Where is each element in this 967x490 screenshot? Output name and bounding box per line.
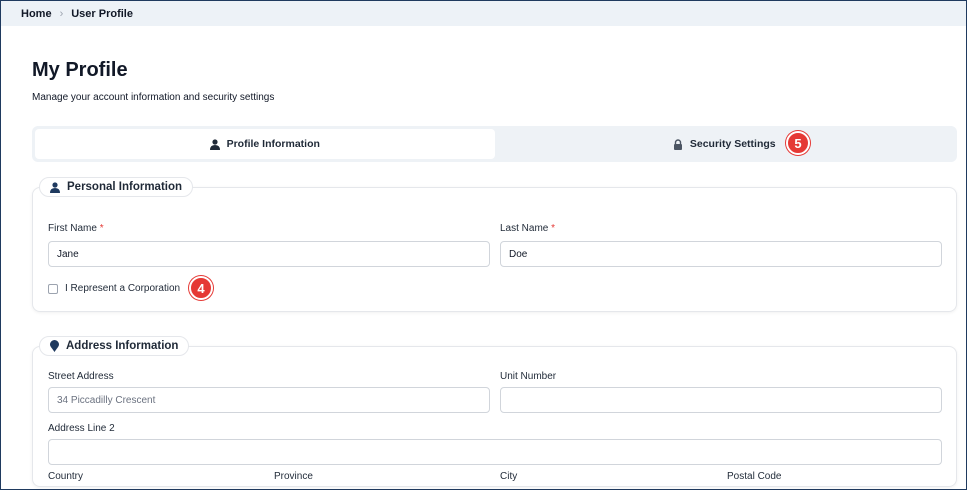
breadcrumb: Home › User Profile: [1, 1, 966, 26]
required-mark: *: [99, 223, 104, 234]
personal-information-section: Personal Information First Name * Jane L…: [32, 177, 957, 312]
last-name-input[interactable]: Doe: [500, 241, 942, 267]
address-line-2-input[interactable]: [48, 439, 942, 465]
user-icon: [50, 181, 60, 193]
page-subtitle: Manage your account information and secu…: [32, 92, 275, 103]
map-pin-icon: [50, 340, 59, 352]
corporation-checkbox[interactable]: [48, 284, 58, 294]
tab-profile-information[interactable]: Profile Information: [35, 129, 495, 159]
first-name-input[interactable]: Jane: [48, 241, 490, 267]
tab-label: Security Settings: [689, 138, 776, 150]
step-badge-4: 4: [189, 276, 213, 300]
address-information-section: Address Information Street Address 34 Pi…: [32, 336, 957, 487]
last-name-label: Last Name *: [500, 223, 555, 235]
step-badge-5: 5: [786, 131, 810, 155]
tab-label: Profile Information: [226, 138, 320, 150]
breadcrumb-home[interactable]: Home: [21, 8, 52, 20]
user-icon: [209, 138, 220, 150]
province-label: Province: [274, 471, 313, 482]
country-label: Country: [48, 471, 84, 482]
tab-security-settings[interactable]: Security Settings: [495, 129, 955, 159]
corporation-label[interactable]: I Represent a Corporation: [65, 283, 180, 295]
first-name-label: First Name *: [48, 223, 104, 235]
city-label: City: [500, 471, 518, 482]
section-legend: Address Information: [39, 336, 190, 356]
profile-tabs: Profile Information Security Settings: [32, 126, 957, 162]
breadcrumb-current: User Profile: [71, 7, 133, 20]
address-line-2-label: Address Line 2: [48, 423, 115, 434]
lock-icon: [673, 138, 682, 150]
app-frame: Home › User Profile My Profile Manage yo…: [0, 0, 967, 490]
street-address-input[interactable]: 34 Piccadilly Crescent: [48, 387, 490, 413]
section-title: Address Information: [66, 340, 179, 352]
page-title: My Profile: [32, 59, 128, 81]
label-text: Last Name: [500, 223, 549, 234]
chevron-right-icon: ›: [59, 7, 64, 20]
postal-code-label: Postal Code: [727, 471, 782, 482]
required-mark: *: [551, 223, 556, 234]
unit-number-label: Unit Number: [500, 371, 557, 382]
label-text: First Name: [48, 223, 97, 234]
section-title: Personal Information: [67, 181, 183, 193]
section-legend: Personal Information: [39, 177, 194, 197]
unit-number-input[interactable]: [500, 387, 942, 413]
street-address-label: Street Address: [48, 371, 114, 382]
